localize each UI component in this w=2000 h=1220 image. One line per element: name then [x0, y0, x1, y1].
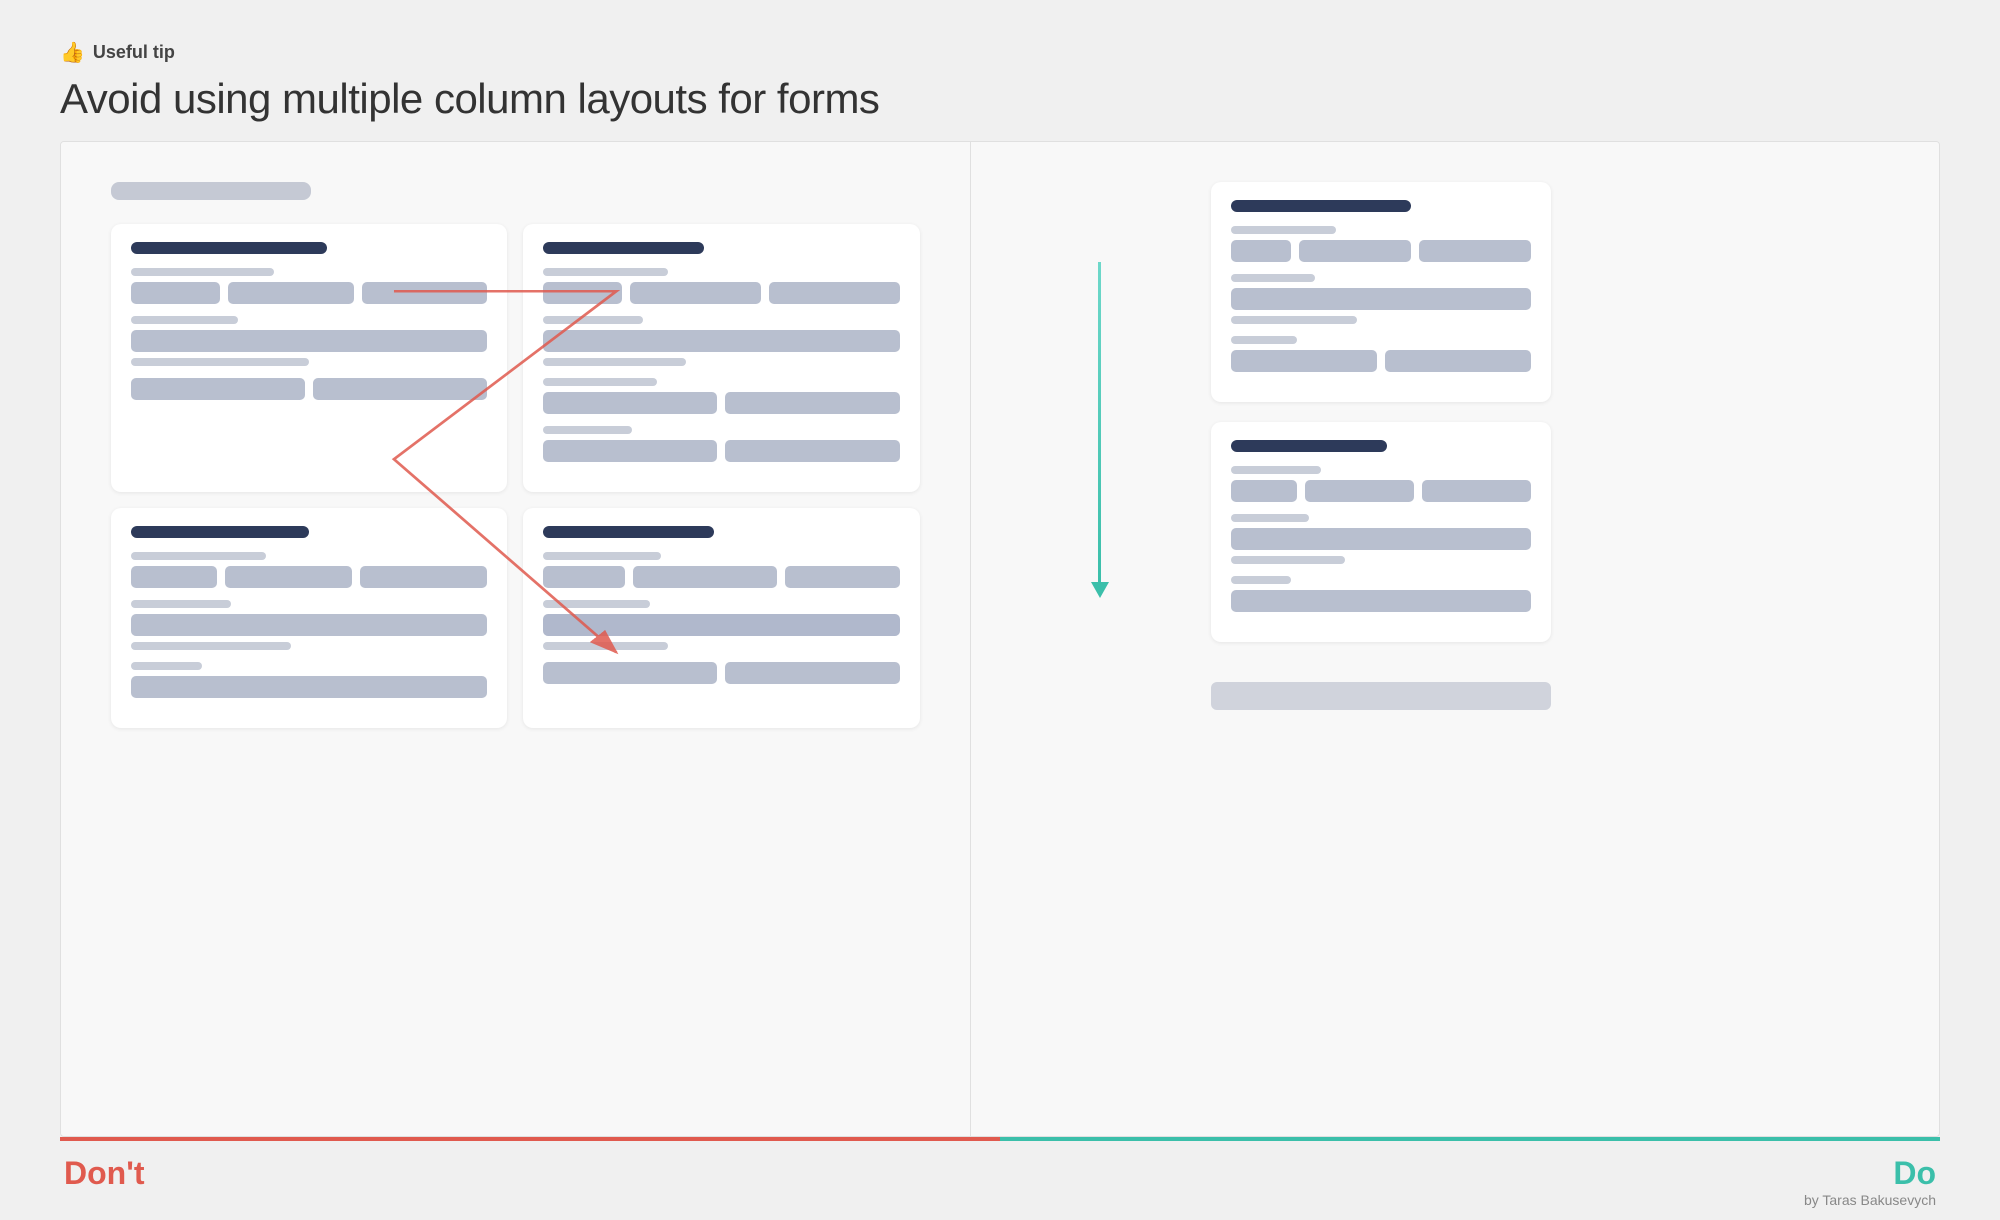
tip-label: Useful tip [93, 42, 175, 63]
content-area [60, 141, 1940, 1137]
dont-label: Don't [60, 1155, 144, 1191]
do-section: Do by Taras Bakusevych [1000, 1137, 1940, 1220]
right-form-card-2 [1211, 422, 1551, 642]
form-card-1 [111, 224, 507, 492]
author-credit: by Taras Bakusevych [1804, 1192, 1940, 1208]
dont-section: Don't [60, 1137, 1000, 1220]
do-panel [971, 142, 1940, 1136]
thumbs-up-icon: 👍 [60, 40, 85, 65]
page-title: Avoid using multiple column layouts for … [60, 75, 1940, 123]
right-card1-title [1231, 200, 1411, 212]
right-form-card-1 [1211, 182, 1551, 402]
card3-title [131, 526, 309, 538]
field-group [131, 268, 487, 304]
form-card-3 [111, 508, 507, 728]
card1-title [131, 242, 327, 254]
do-label: Do [1893, 1155, 1940, 1192]
vertical-arrow [1091, 262, 1109, 598]
tip-line: 👍 Useful tip [60, 40, 1940, 65]
card4-title [543, 526, 714, 538]
multi-column-grid [111, 224, 920, 728]
arrow-line [1098, 262, 1101, 582]
bottom-labels: Don't Do by Taras Bakusevych [60, 1137, 1940, 1220]
form-card-2 [523, 224, 919, 492]
dont-panel [61, 142, 971, 1136]
arrow-head [1091, 582, 1109, 598]
form-card-4 [523, 508, 919, 728]
top-bar-decoration [111, 182, 311, 200]
page-header: 👍 Useful tip Avoid using multiple column… [60, 40, 1940, 123]
card2-title [543, 242, 703, 254]
bottom-bar-decoration [1211, 682, 1551, 710]
right-card2-title [1231, 440, 1387, 452]
single-column-cards [1211, 182, 1551, 710]
